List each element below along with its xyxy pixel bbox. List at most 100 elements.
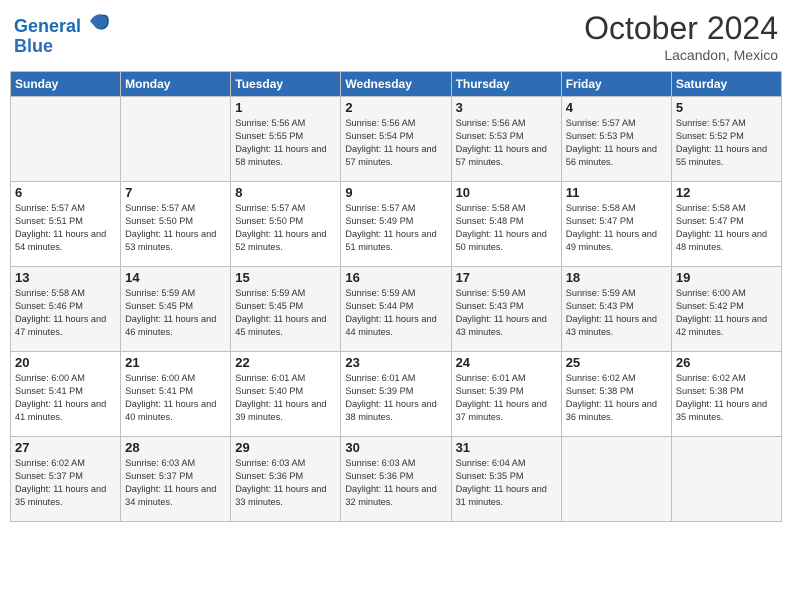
calendar-day-cell: 13 Sunrise: 5:58 AMSunset: 5:46 PMDayligh… — [11, 267, 121, 352]
calendar-week-row: 27 Sunrise: 6:02 AMSunset: 5:37 PMDayligh… — [11, 437, 782, 522]
calendar-day-cell: 20 Sunrise: 6:00 AMSunset: 5:41 PMDayligh… — [11, 352, 121, 437]
calendar-day-cell: 22 Sunrise: 6:01 AMSunset: 5:40 PMDayligh… — [231, 352, 341, 437]
page-header: General Blue October 2024 Lacandon, Mexi… — [10, 10, 782, 63]
calendar-day-cell: 30 Sunrise: 6:03 AMSunset: 5:36 PMDayligh… — [341, 437, 451, 522]
day-number: 31 — [456, 440, 557, 455]
day-number: 4 — [566, 100, 667, 115]
calendar-day-cell: 17Sunrise: 5:59 AMSunset: 5:43 PMDayligh… — [451, 267, 561, 352]
weekday-header-cell: Wednesday — [341, 72, 451, 97]
calendar-week-row: 1Sunrise: 5:56 AMSunset: 5:55 PMDaylight… — [11, 97, 782, 182]
month-title: October 2024 — [584, 10, 778, 47]
day-number: 26 — [676, 355, 777, 370]
day-info: Sunrise: 6:00 AMSunset: 5:41 PMDaylight:… — [125, 372, 226, 424]
day-number: 8 — [235, 185, 336, 200]
logo: General Blue — [14, 10, 110, 57]
calendar-day-cell: 31 Sunrise: 6:04 AMSunset: 5:35 PMDayligh… — [451, 437, 561, 522]
day-number: 21 — [125, 355, 226, 370]
day-info: Sunrise: 5:57 AMSunset: 5:50 PMDaylight:… — [125, 202, 226, 254]
calendar-day-cell: 21 Sunrise: 6:00 AMSunset: 5:41 PMDayligh… — [121, 352, 231, 437]
weekday-header-cell: Friday — [561, 72, 671, 97]
day-info: Sunrise: 5:56 AMSunset: 5:55 PMDaylight:… — [235, 117, 336, 169]
day-info: Sunrise: 6:02 AMSunset: 5:38 PMDaylight:… — [676, 372, 777, 424]
day-number: 10 — [456, 185, 557, 200]
weekday-header-cell: Monday — [121, 72, 231, 97]
day-number: 9 — [345, 185, 446, 200]
day-info: Sunrise: 5:57 AMSunset: 5:52 PMDaylight:… — [676, 117, 777, 169]
day-info: Sunrise: 5:59 AMSunset: 5:43 PMDaylight:… — [456, 287, 557, 339]
day-number: 25 — [566, 355, 667, 370]
calendar-week-row: 13 Sunrise: 5:58 AMSunset: 5:46 PMDayligh… — [11, 267, 782, 352]
day-info: Sunrise: 6:01 AMSunset: 5:39 PMDaylight:… — [345, 372, 446, 424]
calendar-day-cell: 6 Sunrise: 5:57 AMSunset: 5:51 PMDaylight… — [11, 182, 121, 267]
logo-general: General — [14, 16, 81, 36]
calendar-body: 1Sunrise: 5:56 AMSunset: 5:55 PMDaylight… — [11, 97, 782, 522]
calendar-day-cell: 2Sunrise: 5:56 AMSunset: 5:54 PMDaylight… — [341, 97, 451, 182]
calendar-day-cell: 23 Sunrise: 6:01 AMSunset: 5:39 PMDayligh… — [341, 352, 451, 437]
day-info: Sunrise: 5:59 AMSunset: 5:45 PMDaylight:… — [235, 287, 336, 339]
calendar-day-cell: 5 Sunrise: 5:57 AMSunset: 5:52 PMDaylight… — [671, 97, 781, 182]
day-info: Sunrise: 5:57 AMSunset: 5:50 PMDaylight:… — [235, 202, 336, 254]
day-info: Sunrise: 6:01 AMSunset: 5:39 PMDaylight:… — [456, 372, 557, 424]
day-info: Sunrise: 6:01 AMSunset: 5:40 PMDaylight:… — [235, 372, 336, 424]
day-info: Sunrise: 6:02 AMSunset: 5:38 PMDaylight:… — [566, 372, 667, 424]
day-info: Sunrise: 5:58 AMSunset: 5:46 PMDaylight:… — [15, 287, 116, 339]
day-number: 23 — [345, 355, 446, 370]
day-number: 18 — [566, 270, 667, 285]
calendar-day-cell: 4 Sunrise: 5:57 AMSunset: 5:53 PMDaylight… — [561, 97, 671, 182]
calendar-day-cell — [671, 437, 781, 522]
calendar-table: SundayMondayTuesdayWednesdayThursdayFrid… — [10, 71, 782, 522]
calendar-day-cell — [121, 97, 231, 182]
day-info: Sunrise: 6:04 AMSunset: 5:35 PMDaylight:… — [456, 457, 557, 509]
calendar-day-cell: 27 Sunrise: 6:02 AMSunset: 5:37 PMDayligh… — [11, 437, 121, 522]
calendar-day-cell: 8 Sunrise: 5:57 AMSunset: 5:50 PMDaylight… — [231, 182, 341, 267]
day-info: Sunrise: 5:59 AMSunset: 5:43 PMDaylight:… — [566, 287, 667, 339]
day-number: 15 — [235, 270, 336, 285]
day-info: Sunrise: 6:03 AMSunset: 5:36 PMDaylight:… — [345, 457, 446, 509]
day-number: 24 — [456, 355, 557, 370]
calendar-day-cell: 18 Sunrise: 5:59 AMSunset: 5:43 PMDayligh… — [561, 267, 671, 352]
day-info: Sunrise: 5:59 AMSunset: 5:44 PMDaylight:… — [345, 287, 446, 339]
day-info: Sunrise: 5:57 AMSunset: 5:51 PMDaylight:… — [15, 202, 116, 254]
calendar-day-cell: 16 Sunrise: 5:59 AMSunset: 5:44 PMDayligh… — [341, 267, 451, 352]
location-title: Lacandon, Mexico — [584, 47, 778, 63]
day-number: 30 — [345, 440, 446, 455]
calendar-day-cell — [561, 437, 671, 522]
calendar-day-cell: 28Sunrise: 6:03 AMSunset: 5:37 PMDayligh… — [121, 437, 231, 522]
day-info: Sunrise: 6:00 AMSunset: 5:42 PMDaylight:… — [676, 287, 777, 339]
day-info: Sunrise: 6:00 AMSunset: 5:41 PMDaylight:… — [15, 372, 116, 424]
weekday-header-cell: Saturday — [671, 72, 781, 97]
day-info: Sunrise: 5:56 AMSunset: 5:54 PMDaylight:… — [345, 117, 446, 169]
day-info: Sunrise: 6:02 AMSunset: 5:37 PMDaylight:… — [15, 457, 116, 509]
calendar-day-cell: 7 Sunrise: 5:57 AMSunset: 5:50 PMDaylight… — [121, 182, 231, 267]
day-info: Sunrise: 5:59 AMSunset: 5:45 PMDaylight:… — [125, 287, 226, 339]
calendar-day-cell: 25 Sunrise: 6:02 AMSunset: 5:38 PMDayligh… — [561, 352, 671, 437]
day-number: 6 — [15, 185, 116, 200]
day-number: 7 — [125, 185, 226, 200]
day-number: 27 — [15, 440, 116, 455]
day-number: 13 — [15, 270, 116, 285]
day-number: 14 — [125, 270, 226, 285]
weekday-header-cell: Thursday — [451, 72, 561, 97]
day-number: 20 — [15, 355, 116, 370]
calendar-day-cell: 14 Sunrise: 5:59 AMSunset: 5:45 PMDayligh… — [121, 267, 231, 352]
calendar-week-row: 6 Sunrise: 5:57 AMSunset: 5:51 PMDaylight… — [11, 182, 782, 267]
day-info: Sunrise: 5:57 AMSunset: 5:53 PMDaylight:… — [566, 117, 667, 169]
day-number: 3 — [456, 100, 557, 115]
day-info: Sunrise: 6:03 AMSunset: 5:36 PMDaylight:… — [235, 457, 336, 509]
weekday-header-cell: Sunday — [11, 72, 121, 97]
calendar-day-cell: 19 Sunrise: 6:00 AMSunset: 5:42 PMDayligh… — [671, 267, 781, 352]
calendar-day-cell — [11, 97, 121, 182]
day-number: 22 — [235, 355, 336, 370]
day-number: 16 — [345, 270, 446, 285]
calendar-week-row: 20 Sunrise: 6:00 AMSunset: 5:41 PMDayligh… — [11, 352, 782, 437]
calendar-day-cell: 1Sunrise: 5:56 AMSunset: 5:55 PMDaylight… — [231, 97, 341, 182]
day-info: Sunrise: 5:58 AMSunset: 5:48 PMDaylight:… — [456, 202, 557, 254]
calendar-day-cell: 15 Sunrise: 5:59 AMSunset: 5:45 PMDayligh… — [231, 267, 341, 352]
calendar-day-cell: 9Sunrise: 5:57 AMSunset: 5:49 PMDaylight… — [341, 182, 451, 267]
title-block: October 2024 Lacandon, Mexico — [584, 10, 778, 63]
day-number: 12 — [676, 185, 777, 200]
day-number: 5 — [676, 100, 777, 115]
day-number: 19 — [676, 270, 777, 285]
calendar-day-cell: 26 Sunrise: 6:02 AMSunset: 5:38 PMDayligh… — [671, 352, 781, 437]
calendar-day-cell: 24 Sunrise: 6:01 AMSunset: 5:39 PMDayligh… — [451, 352, 561, 437]
